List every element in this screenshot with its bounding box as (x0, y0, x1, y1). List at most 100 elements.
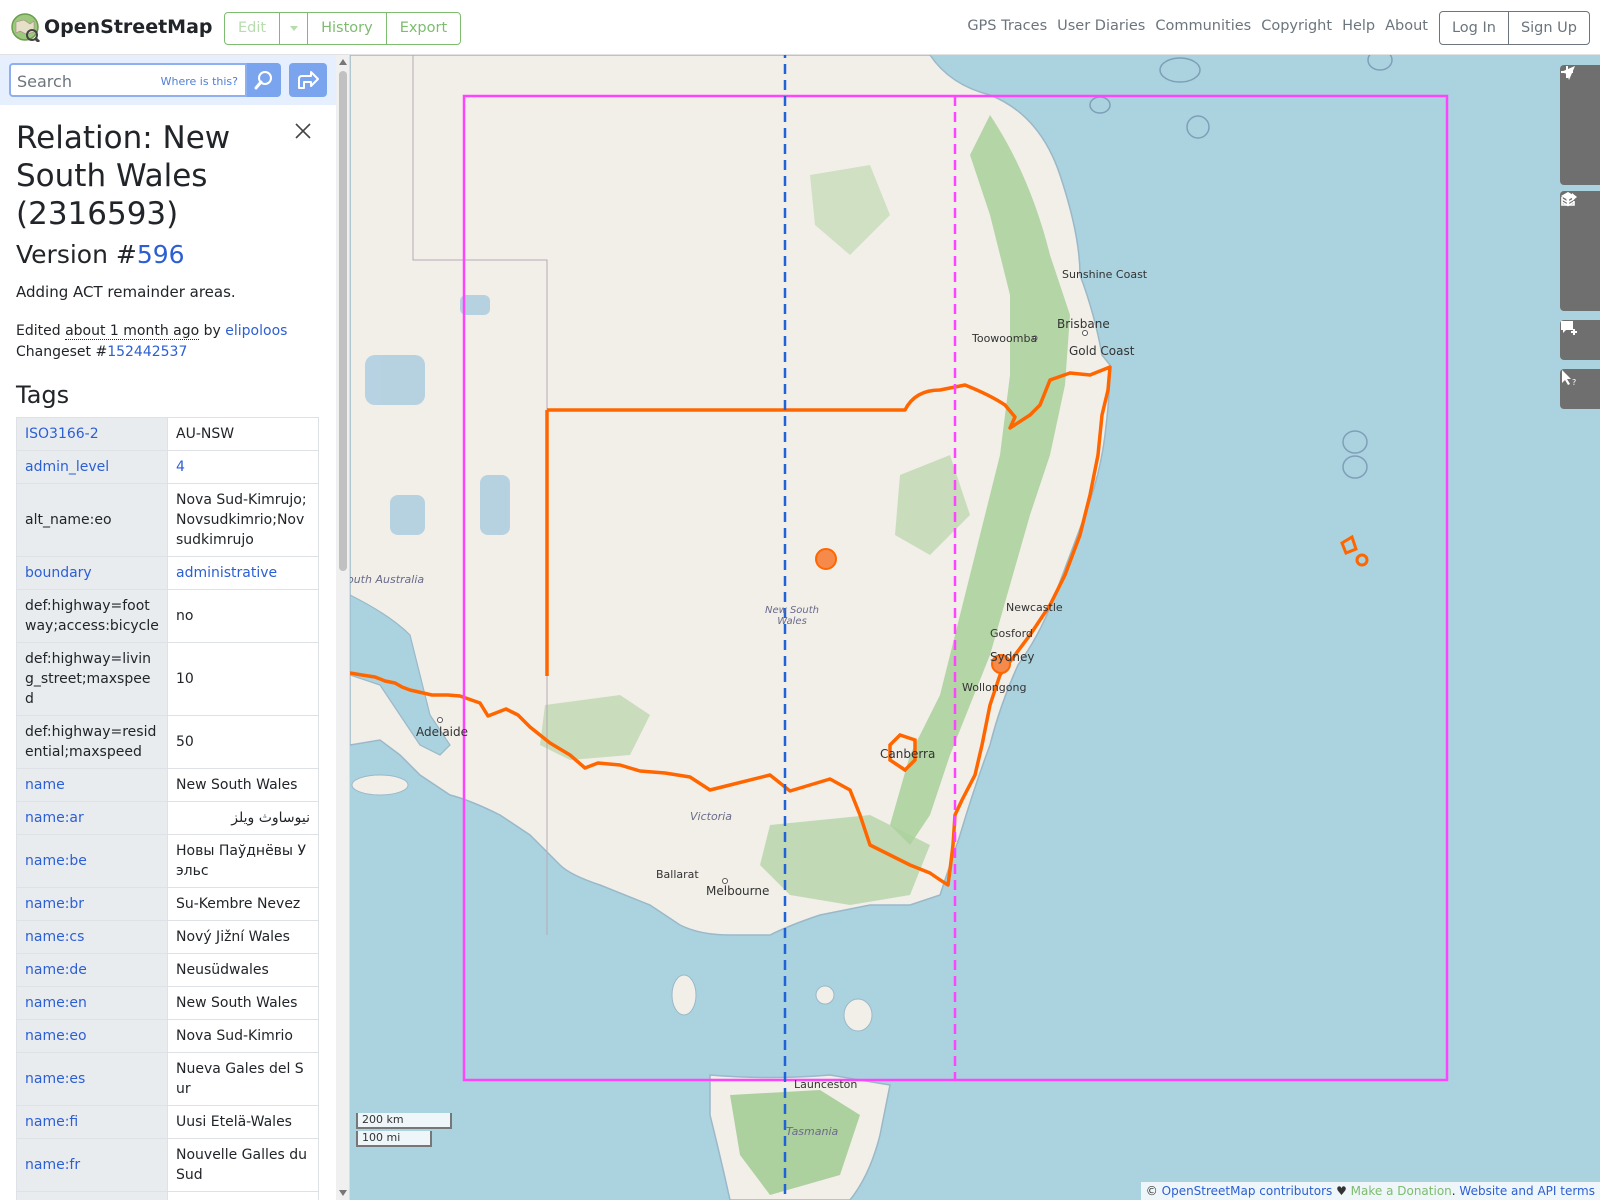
query-features-button[interactable]: ? (1560, 369, 1600, 409)
changeset-link[interactable]: 152442537 (107, 344, 187, 360)
brand-logo[interactable]: OpenStreetMap (10, 12, 213, 42)
nav-communities[interactable]: Communities (1155, 18, 1251, 34)
nav-about[interactable]: About (1385, 18, 1428, 34)
tag-value: Su-Kembre Nevez (167, 887, 319, 921)
chevron-down-icon (289, 26, 298, 31)
edited-time: about 1 month ago (65, 323, 200, 340)
sidebar: Where is this? Relation: New South Wales… (0, 55, 350, 1200)
attribution-copyright: © (1145, 1184, 1162, 1198)
label-toowoomba: Toowoomba (972, 332, 1038, 345)
scroll-thumb[interactable] (339, 71, 347, 571)
contributors-link[interactable]: OpenStreetMap contributors (1162, 1184, 1333, 1198)
label-gosford: Gosford (990, 627, 1033, 640)
tag-value: نيوساوث ويلز (167, 801, 319, 835)
tag-key[interactable]: name:cs (16, 920, 168, 954)
tag-row: name New South Wales (16, 768, 319, 802)
map-view[interactable]: Sunshine Coast Brisbane Toowoomba Gold C… (350, 55, 1600, 1200)
tag-key[interactable]: name:fi (16, 1105, 168, 1139)
tag-key[interactable]: ISO3166-2 (16, 417, 168, 451)
login-button[interactable]: Log In (1440, 12, 1509, 44)
tag-key[interactable]: name:eo (16, 1019, 168, 1053)
tag-value: Neusüdwales (167, 953, 319, 987)
directions-button[interactable] (289, 63, 327, 97)
label-newcastle: Newcastle (1006, 601, 1063, 614)
edit-metadata: Edited about 1 month ago by elipoloos Ch… (16, 321, 320, 363)
scroll-down-icon[interactable] (339, 1190, 347, 1196)
tag-key[interactable]: name:be (16, 834, 168, 888)
search-icon (254, 71, 272, 90)
scroll-up-icon[interactable] (339, 59, 347, 65)
tag-row: name:eo Nova Sud-Kimrio (16, 1019, 319, 1053)
tag-value[interactable]: administrative (167, 556, 319, 590)
query-controls: ? (1560, 369, 1600, 409)
version-prefix: Version # (16, 240, 137, 269)
tag-row: ISO3166-2 AU-NSW (16, 417, 319, 451)
tag-key[interactable]: name:br (16, 887, 168, 921)
version-link[interactable]: 596 (137, 240, 185, 269)
search-input[interactable] (15, 69, 155, 93)
add-note-button[interactable] (1560, 320, 1600, 360)
auth-buttons: Log In Sign Up (1438, 11, 1590, 45)
nav-user-diaries[interactable]: User Diaries (1057, 18, 1145, 34)
top-header: OpenStreetMap Edit History Export GPS Tr… (0, 0, 1600, 55)
tag-value: Nova Sud-Kimrujo;Novsudkimrio;Novsudkimr… (167, 483, 319, 557)
label-gold-coast: Gold Coast (1069, 344, 1135, 358)
layer-controls (1560, 191, 1600, 311)
svg-text:?: ? (1572, 378, 1576, 387)
export-button[interactable]: Export (387, 13, 460, 44)
tag-key[interactable]: name:de (16, 953, 168, 987)
sidebar-scrollbar[interactable] (336, 55, 349, 1200)
tag-key[interactable]: boundary (16, 556, 168, 590)
tag-key[interactable]: name:he (16, 1191, 168, 1200)
tag-key[interactable]: name:ar (16, 801, 168, 835)
tag-row: alt_name:eo Nova Sud-Kimrujo;Novsudkimrio… (16, 483, 319, 557)
edit-dropdown-button[interactable] (280, 13, 309, 44)
note-controls (1560, 320, 1600, 360)
donation-link[interactable]: Make a Donation (1351, 1184, 1452, 1198)
island (843, 998, 873, 1032)
by-label: by (199, 323, 226, 339)
tag-key[interactable]: name (16, 768, 168, 802)
label-canberra: Canberra (880, 747, 936, 761)
label-launceston: Launceston (794, 1078, 858, 1091)
search-bar: Where is this? (0, 55, 336, 105)
history-button[interactable]: History (308, 13, 387, 44)
share-button[interactable] (1560, 193, 1600, 311)
share-icon (1561, 193, 1577, 206)
nav-copyright[interactable]: Copyright (1261, 18, 1332, 34)
tag-value: 10 (167, 642, 319, 716)
label-melbourne: Melbourne (706, 884, 770, 898)
changeset-line: Changeset #152442537 (16, 342, 320, 363)
edit-button[interactable]: Edit (225, 13, 281, 44)
map-key-button[interactable] (1560, 192, 1600, 271)
nav-gps-traces[interactable]: GPS Traces (967, 18, 1047, 34)
tag-value: Nový Jižní Wales (167, 920, 319, 954)
island (815, 985, 835, 1005)
scale-km: 200 km (356, 1113, 452, 1129)
tag-value: Nueva Gales del Sur (167, 1052, 319, 1106)
tag-value: Новы Паўднёвы Уэльс (167, 834, 319, 888)
label-south-australia: South Australia (350, 573, 425, 586)
tag-row: name:fr Nouvelle Galles du Sud (16, 1138, 319, 1192)
tag-row: def:highway=residential;maxspeed 50 (16, 715, 319, 769)
editor-link[interactable]: elipoloos (225, 323, 287, 339)
scale-mi: 100 mi (356, 1131, 432, 1147)
tag-key[interactable]: name:fr (16, 1138, 168, 1192)
tags-heading: Tags (16, 381, 70, 409)
label-sunshine-coast: Sunshine Coast (1062, 268, 1148, 281)
signup-button[interactable]: Sign Up (1509, 12, 1589, 44)
tag-value[interactable]: 4 (167, 450, 319, 484)
zoom-out-button[interactable] (1560, 71, 1600, 145)
map-canvas[interactable] (350, 55, 1600, 1200)
where-is-this-link[interactable]: Where is this? (161, 75, 238, 88)
terms-link[interactable]: Website and API terms (1459, 1184, 1595, 1198)
tag-key[interactable]: name:en (16, 986, 168, 1020)
tag-key[interactable]: admin_level (16, 450, 168, 484)
label-victoria: Victoria (690, 810, 732, 823)
locate-button[interactable] (1560, 66, 1600, 185)
search-button[interactable] (247, 63, 281, 97)
tag-key[interactable]: name:es (16, 1052, 168, 1106)
nav-help[interactable]: Help (1342, 18, 1375, 34)
node-marker (815, 548, 837, 570)
tag-row: name:cs Nový Jižní Wales (16, 920, 319, 954)
